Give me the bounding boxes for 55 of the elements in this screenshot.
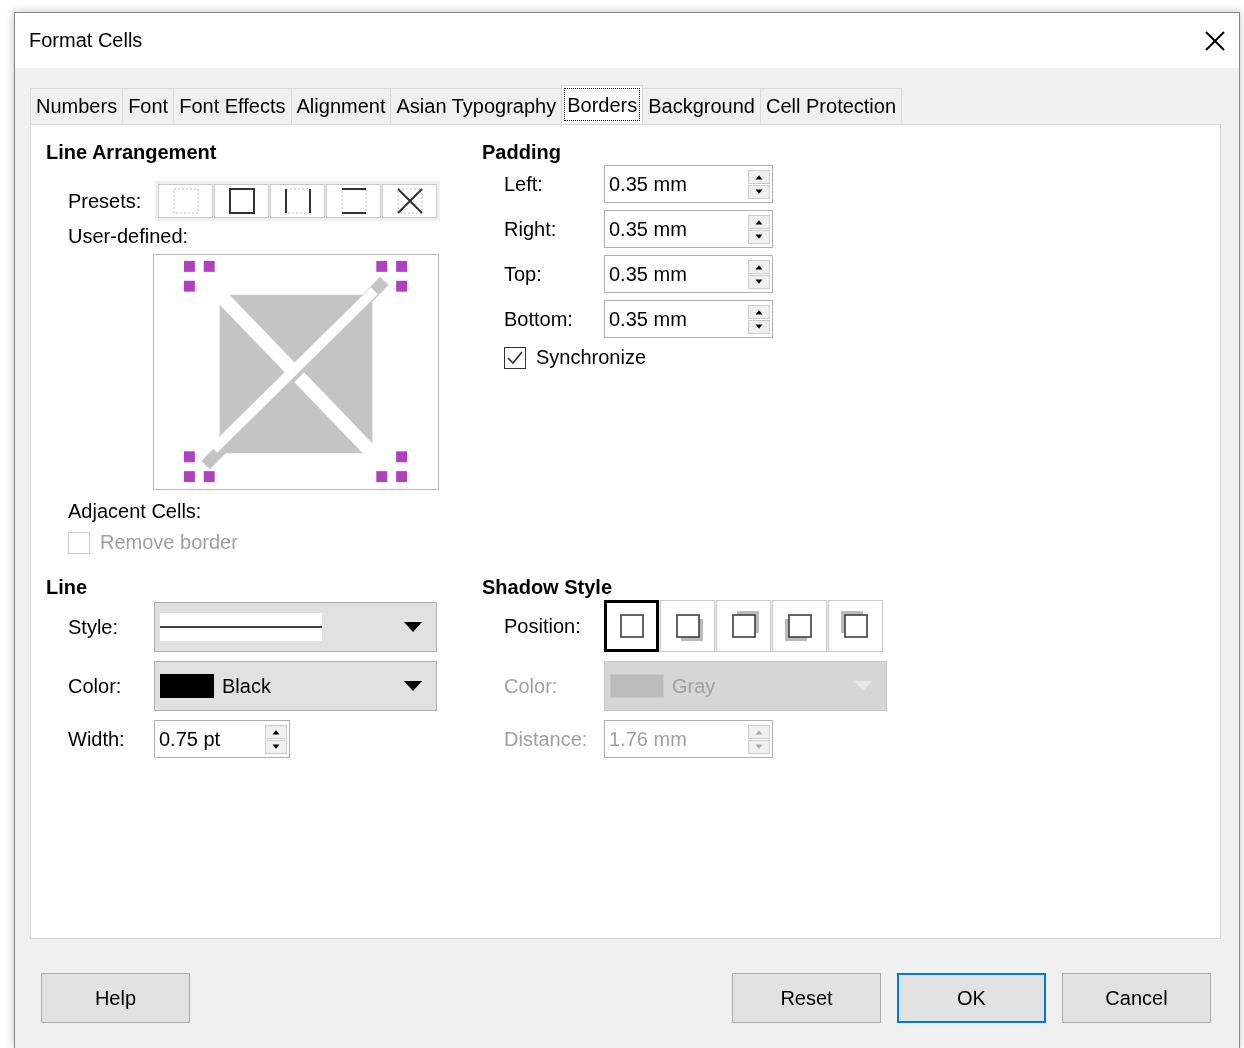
section-title: Line (46, 576, 89, 600)
spin-down-icon[interactable] (748, 319, 770, 334)
field-label: Top: (504, 262, 543, 286)
dialog-button[interactable]: Reset (732, 973, 881, 1023)
style-label: Style: (68, 615, 120, 639)
spin-down-icon[interactable] (265, 739, 287, 754)
caret-icon (404, 681, 422, 691)
tab[interactable]: Borders (561, 85, 644, 124)
spin-up-icon[interactable] (748, 169, 770, 184)
window-title: Format Cells (29, 29, 143, 52)
spin-down-icon[interactable] (748, 229, 770, 244)
dialog-button[interactable]: Help (41, 973, 190, 1023)
section-title: Padding (482, 141, 562, 165)
field-label: Bottom: (504, 307, 574, 331)
color-label: Color: (504, 674, 559, 698)
spin-field[interactable]: 0.35 mm (604, 210, 773, 248)
tab[interactable]: Cell Protection (760, 88, 903, 124)
dialog-button[interactable]: OK (897, 973, 1046, 1023)
checkbox[interactable] (504, 346, 526, 369)
checkbox-label: Remove border (100, 531, 238, 554)
spin-field[interactable]: 0.35 mm (604, 165, 773, 203)
spin-field[interactable]: 0.35 mm (604, 300, 773, 338)
tab[interactable]: Numbers (30, 88, 124, 124)
preset-button[interactable] (214, 184, 269, 218)
width-spin-field[interactable]: 0.75 pt (154, 720, 290, 758)
adjacent-cells-label: Adjacent Cells: (68, 500, 203, 523)
spin-up-icon[interactable] (748, 259, 770, 274)
shadow-position-button[interactable] (604, 600, 659, 652)
section-title: Shadow Style (482, 576, 614, 600)
spin-down-icon[interactable] (748, 184, 770, 199)
section-title: Line Arrangement (46, 141, 218, 165)
spin-up-icon[interactable] (748, 304, 770, 319)
border-preview-drawing[interactable] (153, 254, 439, 490)
line-style-icon (160, 613, 322, 641)
preset-button[interactable] (382, 184, 437, 218)
close-icon[interactable] (1205, 30, 1225, 51)
distance-label: Distance: (504, 727, 589, 751)
spin-up-icon[interactable] (265, 724, 287, 739)
user-defined-label: User-defined: (68, 225, 190, 248)
caret-icon (404, 622, 422, 632)
field-label: Left: (504, 172, 544, 196)
position-label: Position: (504, 614, 582, 638)
spin-up-icon[interactable] (748, 214, 770, 229)
checkbox-label: Synchronize (536, 346, 647, 369)
color-dropdown[interactable]: Black (154, 661, 437, 711)
field-label: Right: (504, 217, 558, 241)
presets-label: Presets: (68, 189, 143, 213)
spin-down-icon[interactable] (748, 274, 770, 289)
width-label: Width: (68, 727, 126, 751)
color-label: Color: (68, 674, 123, 698)
line-style-dropdown[interactable] (154, 602, 437, 652)
spin-field[interactable]: 0.35 mm (604, 255, 773, 293)
dialog-button[interactable]: Cancel (1062, 973, 1211, 1023)
preset-button[interactable] (326, 184, 381, 218)
preset-button[interactable] (270, 184, 325, 218)
